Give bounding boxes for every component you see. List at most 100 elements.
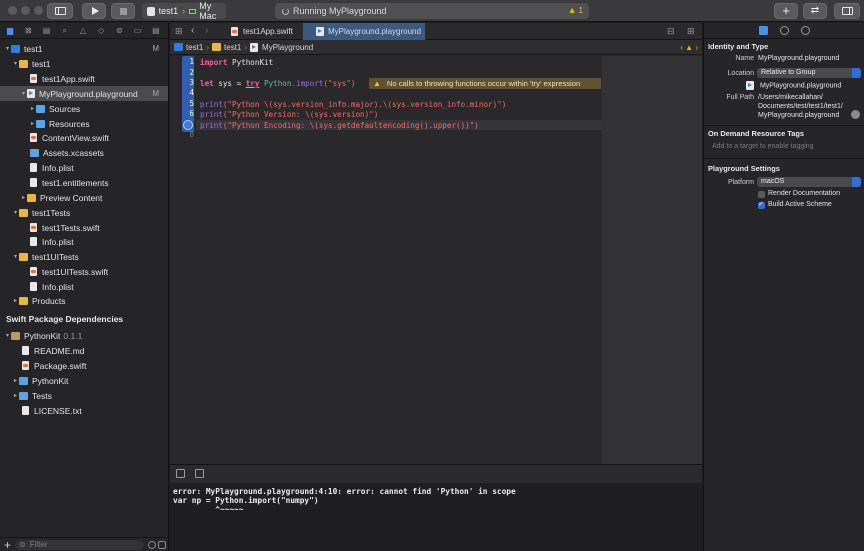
navigator-filter-input[interactable]: ⊜ Filter xyxy=(15,539,144,550)
tree-row-folder[interactable]: ▸ Tests xyxy=(0,388,168,403)
tree-row-file[interactable]: Package.swift xyxy=(0,358,168,373)
line-number: 1 xyxy=(189,57,194,66)
tree-row-folder[interactable]: ▸ Resources xyxy=(0,116,168,131)
inspector-toggle-button[interactable] xyxy=(834,3,860,19)
test-icon[interactable]: ◇ xyxy=(95,25,107,37)
tree-row-project[interactable]: ▾ test1 M xyxy=(0,41,168,56)
disclosure-right-icon[interactable]: ▸ xyxy=(12,392,19,399)
split-editor-icon[interactable]: ⊞ xyxy=(687,26,695,37)
tree-label: test1App.swift xyxy=(42,73,95,84)
editor-options-icon[interactable]: ⊟ xyxy=(667,26,675,37)
code-area[interactable]: 1 2 3 4 5 6 8 import PythonKit let sys =… xyxy=(170,56,702,482)
tree-row-file[interactable]: test1.entitlements xyxy=(0,175,168,190)
execute-playground-icon[interactable] xyxy=(195,469,204,478)
tree-row-folder[interactable]: ▸ PythonKit xyxy=(0,373,168,388)
tree-label: Info.plist xyxy=(42,162,74,173)
disclosure-right-icon[interactable]: ▸ xyxy=(20,194,27,201)
tab-label: MyPlayground.playground xyxy=(328,27,421,36)
tree-row-folder[interactable]: ▾ test1UITests xyxy=(0,249,168,264)
related-items-icon[interactable]: ⊞ xyxy=(175,26,183,37)
hide-debug-area-icon[interactable] xyxy=(176,469,185,478)
tree-row-file[interactable]: test1Tests.swift xyxy=(0,220,168,235)
swift-file-icon xyxy=(30,267,37,276)
tree-row-file[interactable]: Info.plist xyxy=(0,234,168,249)
tree-row-folder[interactable]: ▾ test1 xyxy=(0,56,168,71)
scm-filter-icon[interactable] xyxy=(158,541,166,549)
breadcrumb-group[interactable]: test1 xyxy=(224,43,241,52)
disclosure-down-icon[interactable]: ▾ xyxy=(20,90,27,97)
issue-icon[interactable]: △ xyxy=(77,25,89,37)
zoom-window-button[interactable] xyxy=(34,6,43,15)
render-documentation-checkbox[interactable] xyxy=(758,191,765,198)
inline-warning-banner[interactable]: ▲ No calls to throwing functions occur w… xyxy=(369,78,601,89)
platform-label: Platform xyxy=(727,179,754,186)
disclosure-right-icon[interactable]: ▸ xyxy=(12,297,19,304)
entitlements-icon xyxy=(30,178,37,187)
tree-row-file[interactable]: README.md xyxy=(0,343,168,358)
tree-row-folder[interactable]: ▸ Preview Content xyxy=(0,190,168,205)
tree-label: Sources xyxy=(49,103,81,114)
tree-row-file[interactable]: test1App.swift xyxy=(0,71,168,86)
run-button[interactable] xyxy=(82,3,106,19)
tree-row-file[interactable]: Info.plist xyxy=(0,160,168,175)
source-control-icon[interactable]: ⊠ xyxy=(22,25,34,37)
tree-row-file[interactable]: ContentView.swift xyxy=(0,130,168,145)
scheme-selector[interactable]: test1 › My Mac xyxy=(142,1,226,21)
filter-icon: ⊜ xyxy=(19,540,26,549)
line-number: 6 xyxy=(189,109,194,118)
disclosure-right-icon[interactable]: ▸ xyxy=(12,377,19,384)
disclosure-down-icon[interactable]: ▾ xyxy=(4,332,11,339)
help-icon[interactable] xyxy=(800,26,810,35)
warning-count-badge[interactable]: ▲ 1 xyxy=(568,5,583,15)
swift-file-icon xyxy=(22,361,29,370)
breadcrumb-file[interactable]: MyPlayground xyxy=(262,43,313,52)
platform-select[interactable]: macOS xyxy=(757,177,861,187)
debug-icon[interactable]: ⊜ xyxy=(113,25,125,37)
breadcrumb-project[interactable]: test1 xyxy=(186,43,203,52)
location-select[interactable]: Relative to Group xyxy=(757,68,861,78)
debug-console[interactable]: error: MyPlayground.playground:4:10: err… xyxy=(170,483,702,551)
recent-files-icon[interactable] xyxy=(148,541,156,549)
minimize-window-button[interactable] xyxy=(21,6,30,15)
disclosure-down-icon[interactable]: ▾ xyxy=(4,45,11,52)
playground-icon xyxy=(27,89,35,98)
tree-row-package[interactable]: ▾ PythonKit 0.1.1 xyxy=(0,328,168,343)
folder-icon[interactable]: ▆ xyxy=(4,25,16,37)
tree-row-file[interactable]: LICENSE.txt xyxy=(0,403,168,418)
tree-row-file[interactable]: Info.plist xyxy=(0,279,168,294)
tree-row-playground[interactable]: ▾ MyPlayground.playground M xyxy=(0,86,168,101)
report-icon[interactable]: ▤ xyxy=(150,25,162,37)
disclosure-down-icon[interactable]: ▾ xyxy=(12,60,19,67)
tree-row-file[interactable]: Assets.xcassets xyxy=(0,145,168,160)
library-add-button[interactable]: + xyxy=(774,3,798,19)
forward-arrow-icon[interactable]: › xyxy=(205,25,208,36)
tree-row-folder[interactable]: ▸ Products xyxy=(0,293,168,308)
disclosure-down-icon[interactable]: ▾ xyxy=(12,253,19,260)
issue-navigation-icon[interactable]: ‹ ▲ › xyxy=(680,43,698,52)
tree-row-file[interactable]: test1UITests.swift xyxy=(0,264,168,279)
tree-row-folder[interactable]: ▾ test1Tests xyxy=(0,205,168,220)
add-file-button[interactable]: + xyxy=(4,538,11,551)
close-window-button[interactable] xyxy=(8,6,17,15)
tab-test1app[interactable]: test1App.swift xyxy=(228,23,302,40)
history-icon[interactable] xyxy=(779,26,789,35)
tags-placeholder: Add to a target to enable tagging xyxy=(712,143,814,150)
back-arrow-icon[interactable]: ‹ xyxy=(191,25,194,36)
symbol-icon[interactable]: ▤ xyxy=(40,25,52,37)
disclosure-down-icon[interactable]: ▾ xyxy=(12,209,19,216)
name-field[interactable]: MyPlayground.playground xyxy=(758,54,839,63)
search-icon[interactable]: ⌕ xyxy=(59,25,71,37)
build-active-scheme-checkbox[interactable] xyxy=(758,200,765,209)
run-to-line-button[interactable] xyxy=(183,120,193,130)
disclosure-right-icon[interactable]: ▸ xyxy=(29,105,36,112)
disclosure-right-icon[interactable]: ▸ xyxy=(29,120,36,127)
tree-row-folder[interactable]: ▸ Sources xyxy=(0,101,168,116)
stop-button[interactable] xyxy=(111,3,135,19)
tab-myplayground[interactable]: MyPlayground.playground xyxy=(303,23,425,40)
navigator-toggle-button[interactable] xyxy=(47,3,73,19)
code-review-button[interactable]: ⇄ xyxy=(803,3,827,19)
code-line-6: print("Python Version: \(sys.version)") xyxy=(200,110,379,119)
breakpoint-icon[interactable]: ▭ xyxy=(132,25,144,37)
file-inspector-icon[interactable] xyxy=(758,26,768,35)
reveal-in-finder-icon[interactable] xyxy=(851,110,860,119)
